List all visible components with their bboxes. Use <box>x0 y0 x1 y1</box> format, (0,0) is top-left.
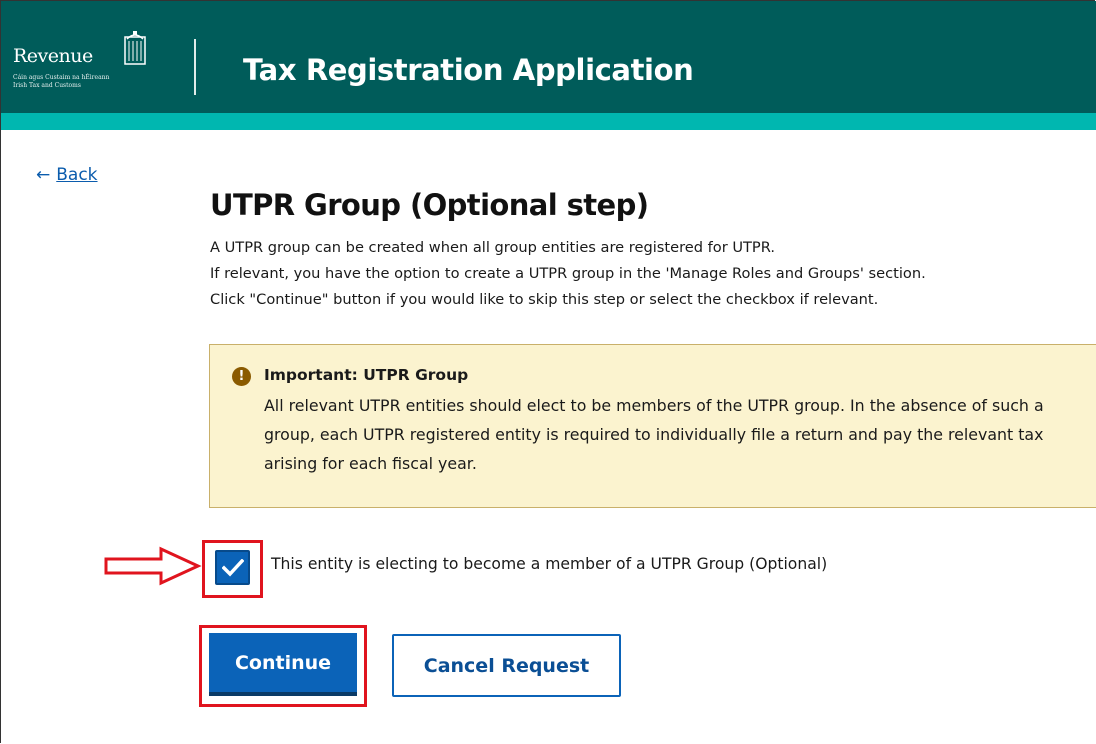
cancel-request-button[interactable]: Cancel Request <box>392 634 621 697</box>
page-title: UTPR Group (Optional step) <box>210 188 649 223</box>
continue-button[interactable]: Continue <box>209 633 357 696</box>
logo-wordmark: Revenue <box>13 45 93 67</box>
checkmark-icon <box>221 558 244 577</box>
checkbox-label[interactable]: This entity is electing to become a memb… <box>271 555 827 573</box>
logo-subtitle: Cáin agus Custaim na hÉireann Irish Tax … <box>13 74 110 89</box>
header-divider <box>194 39 196 95</box>
arrow-left-icon: ← <box>36 165 51 185</box>
back-link-label: Back <box>56 165 98 185</box>
intro-line: A UTPR group can be created when all gro… <box>210 239 775 256</box>
intro-line: If relevant, you have the option to crea… <box>210 265 926 282</box>
notice-title: Important: UTPR Group <box>264 366 469 384</box>
annotation-arrow-icon <box>104 546 202 586</box>
app-title: Tax Registration Application <box>243 53 694 87</box>
site-header: Revenue Cáin agus Custaim na hÉireann Ir… <box>1 1 1096 113</box>
important-notice: ! Important: UTPR Group All relevant UTP… <box>209 344 1096 508</box>
harp-icon <box>124 31 146 65</box>
notice-body: All relevant UTPR entities should elect … <box>264 396 1044 473</box>
intro-line: Click "Continue" button if you would lik… <box>210 291 879 308</box>
intro-text: A UTPR group can be created when all gro… <box>210 235 1090 313</box>
utpr-group-checkbox[interactable] <box>215 550 250 585</box>
back-link[interactable]: ← Back <box>36 165 98 185</box>
header-accent-stripe <box>1 113 1096 130</box>
exclamation-icon: ! <box>232 367 251 386</box>
revenue-logo[interactable]: Revenue Cáin agus Custaim na hÉireann Ir… <box>13 29 163 99</box>
